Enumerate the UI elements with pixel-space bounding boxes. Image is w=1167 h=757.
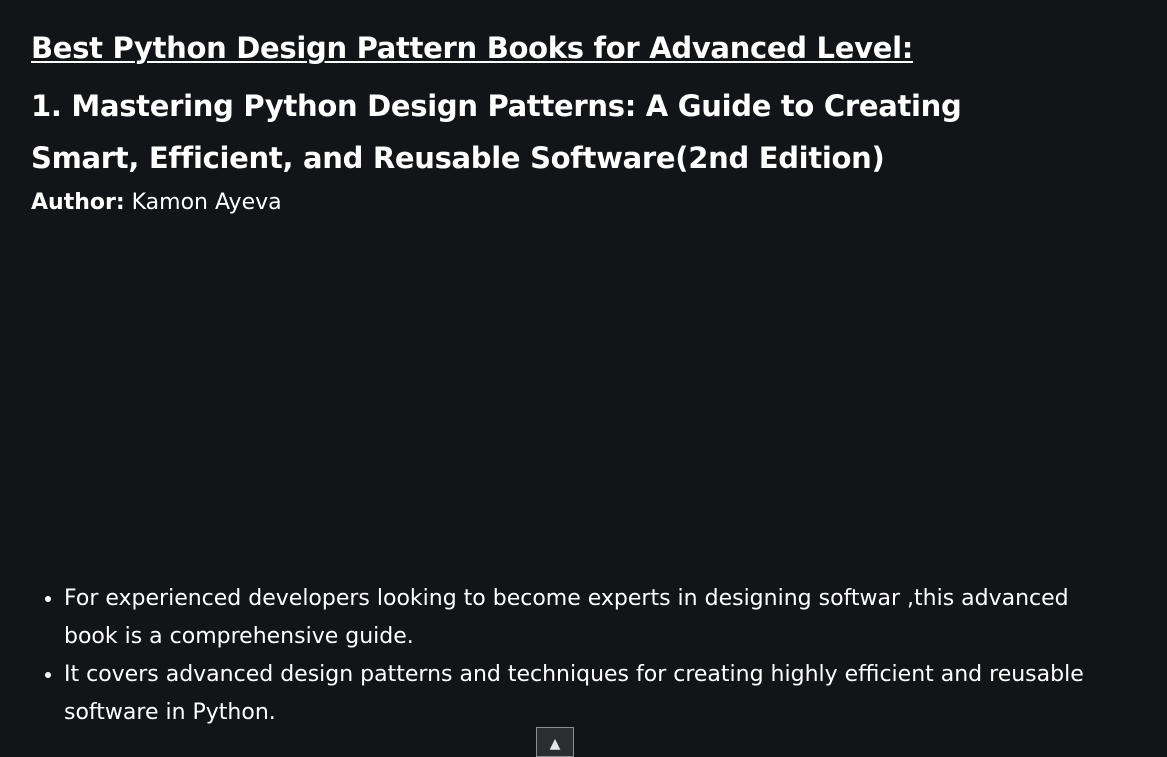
author-line: Author: Kamon Ayeva [31, 188, 1131, 218]
book-feature-list: For experienced developers looking to be… [31, 580, 1104, 732]
blank-ad-space [31, 218, 1131, 580]
section-heading-advanced-books: Best Python Design Pattern Books for Adv… [31, 31, 914, 65]
article-content: Best Python Design Pattern Books for Adv… [31, 28, 1131, 732]
chevron-up-icon: ▲ [549, 735, 561, 752]
list-item: It covers advanced design patterns and t… [64, 656, 1104, 732]
author-name: Kamon Ayeva [131, 190, 282, 215]
book-title: 1. Mastering Python Design Patterns: A G… [31, 89, 962, 175]
author-label: Author: [31, 190, 125, 215]
scroll-to-top-button[interactable]: ▲ [536, 727, 574, 757]
list-item: For experienced developers looking to be… [64, 580, 1104, 656]
